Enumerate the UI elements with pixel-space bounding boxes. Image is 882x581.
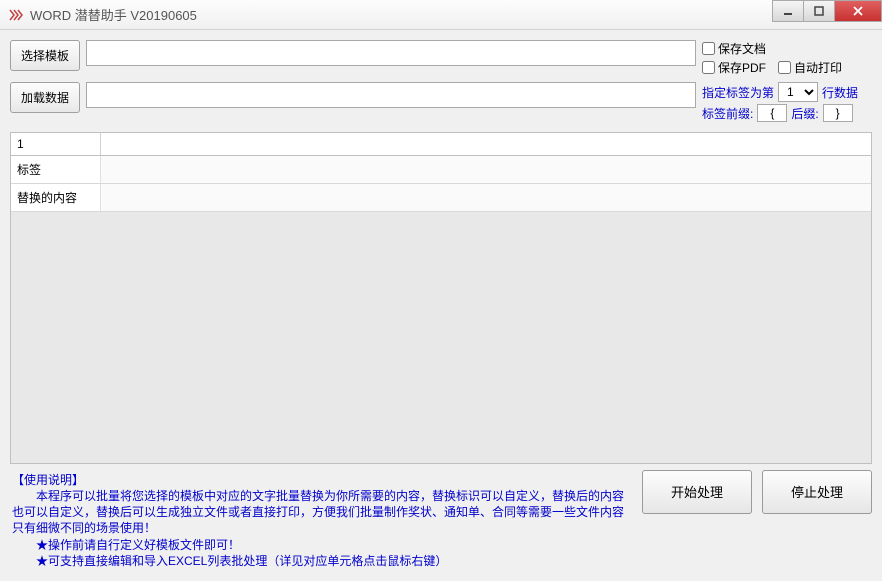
- titlebar: WORD 潜替助手 V20190605: [0, 0, 882, 30]
- window-controls: [773, 0, 882, 22]
- help-text: 【使用说明】 本程序可以批量将您选择的模板中对应的文字批量替换为你所需要的内容，…: [10, 470, 632, 571]
- grid-row-replace[interactable]: 替换的内容: [11, 184, 871, 212]
- main-content: 选择模板 保存文档 保存PDF 自动打印 加载数据: [0, 30, 882, 581]
- save-pdf-checkbox[interactable]: 保存PDF: [702, 59, 766, 76]
- grid-row-tag[interactable]: 标签: [11, 156, 871, 184]
- load-data-button[interactable]: 加载数据: [10, 82, 80, 113]
- specify-tag-label: 指定标签为第: [702, 84, 774, 101]
- tag-prefix-input[interactable]: [757, 104, 787, 122]
- help-line: 本程序可以批量将您选择的模板中对应的文字批量替换为你所需要的内容，替换标识可以自…: [12, 488, 630, 537]
- save-doc-check[interactable]: [702, 42, 715, 55]
- tag-suffix-label: 后缀:: [791, 105, 818, 122]
- grid-header: 1: [11, 133, 871, 156]
- window-title: WORD 潜替助手 V20190605: [30, 5, 197, 24]
- data-grid[interactable]: 1 标签 替换的内容: [10, 132, 872, 464]
- tag-prefix-label: 标签前缀:: [702, 105, 753, 122]
- auto-print-checkbox[interactable]: 自动打印: [778, 59, 842, 76]
- start-button[interactable]: 开始处理: [642, 470, 752, 514]
- help-line: ★操作前请自行定义好模板文件即可！: [12, 537, 630, 553]
- grid-row-label: 标签: [11, 156, 101, 183]
- help-line: ★可支持直接编辑和导入EXCEL列表批处理（详见对应单元格点击鼠标右键）: [12, 553, 630, 569]
- save-pdf-label: 保存PDF: [718, 59, 766, 76]
- grid-row-label: 替换的内容: [11, 184, 101, 211]
- save-doc-label: 保存文档: [718, 40, 766, 57]
- minimize-button[interactable]: [772, 0, 804, 22]
- tag-row-select[interactable]: 1: [778, 82, 818, 102]
- template-path-input[interactable]: [86, 40, 696, 66]
- auto-print-check[interactable]: [778, 61, 791, 74]
- template-row: 选择模板 保存文档 保存PDF 自动打印: [10, 40, 872, 76]
- save-doc-checkbox[interactable]: 保存文档: [702, 40, 766, 57]
- tag-suffix-input[interactable]: [823, 104, 853, 122]
- save-pdf-check[interactable]: [702, 61, 715, 74]
- app-icon: [8, 7, 24, 23]
- close-button[interactable]: [834, 0, 882, 22]
- grid-col-header[interactable]: 1: [11, 133, 101, 155]
- tag-options: 指定标签为第 1 行数据 标签前缀: 后缀:: [702, 82, 872, 122]
- auto-print-label: 自动打印: [794, 59, 842, 76]
- footer: 【使用说明】 本程序可以批量将您选择的模板中对应的文字批量替换为你所需要的内容，…: [10, 470, 872, 571]
- row-data-link[interactable]: 行数据: [822, 84, 858, 101]
- maximize-button[interactable]: [803, 0, 835, 22]
- select-template-button[interactable]: 选择模板: [10, 40, 80, 71]
- help-title: 【使用说明】: [12, 472, 630, 488]
- grid-body[interactable]: [11, 212, 871, 463]
- data-row: 加载数据 指定标签为第 1 行数据 标签前缀: 后缀:: [10, 82, 872, 122]
- stop-button[interactable]: 停止处理: [762, 470, 872, 514]
- data-path-input[interactable]: [86, 82, 696, 108]
- save-options: 保存文档 保存PDF 自动打印: [702, 40, 872, 76]
